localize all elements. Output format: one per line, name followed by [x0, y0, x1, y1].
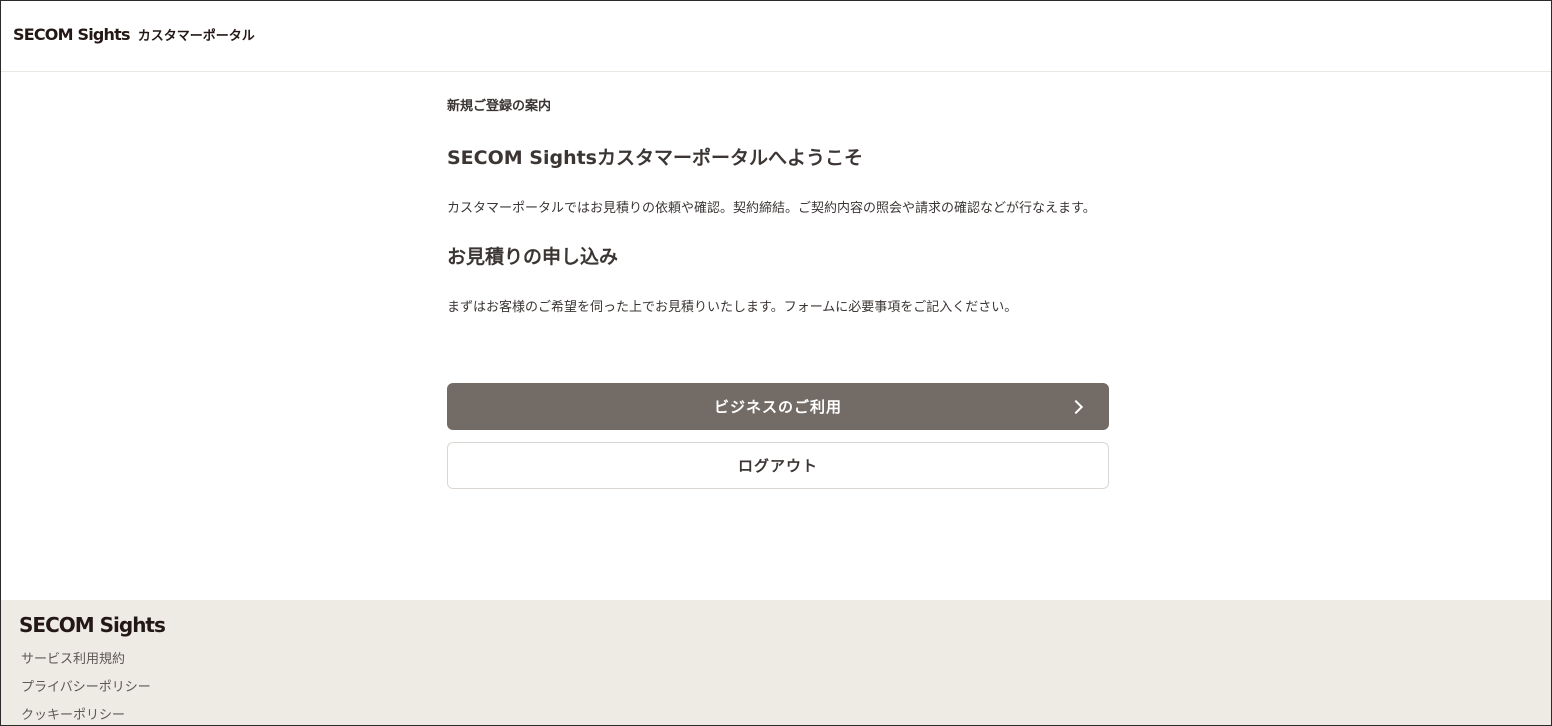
chevron-right-icon: [1068, 399, 1084, 414]
footer-link-privacy[interactable]: プライバシーポリシー: [21, 674, 151, 702]
brand[interactable]: SECOM Sights カスタマーポータル: [13, 25, 255, 44]
welcome-text: カスタマーポータルではお見積りの依頼や確認。契約締結。ご契約内容の照会や請求の確…: [447, 201, 1096, 216]
quote-text: まずはお客様のご希望を伺った上でお見積りいたします。フォームに必要事項をご記入く…: [447, 300, 1018, 315]
business-use-button-label: ビジネスのご利用: [713, 398, 842, 416]
site-footer: SECOM Sights サービス利用規約 プライバシーポリシー クッキーポリシ…: [1, 600, 1551, 725]
footer-logo: SECOM Sights: [19, 613, 166, 637]
footer-links: サービス利用規約 プライバシーポリシー クッキーポリシー: [21, 646, 151, 725]
quote-title: お見積りの申し込み: [447, 246, 619, 268]
footer-link-terms[interactable]: サービス利用規約: [21, 646, 151, 674]
brand-subtitle: カスタマーポータル: [137, 29, 255, 44]
footer-link-cookie[interactable]: クッキーポリシー: [21, 702, 151, 725]
business-use-button[interactable]: ビジネスのご利用: [447, 383, 1109, 430]
brand-logo: SECOM Sights: [13, 25, 131, 44]
page-frame: SECOM Sights カスタマーポータル 新規ご登録の案内 SECOM Si…: [0, 0, 1552, 726]
site-header: SECOM Sights カスタマーポータル: [1, 1, 1551, 72]
main-content: 新規ご登録の案内 SECOM Sightsカスタマーポータルへようこそ カスタマ…: [447, 97, 1109, 318]
logout-button[interactable]: ログアウト: [447, 442, 1109, 489]
welcome-title: SECOM Sightsカスタマーポータルへようこそ: [447, 147, 863, 169]
logout-button-label: ログアウト: [737, 457, 818, 475]
section-eyebrow: 新規ご登録の案内: [447, 99, 552, 114]
